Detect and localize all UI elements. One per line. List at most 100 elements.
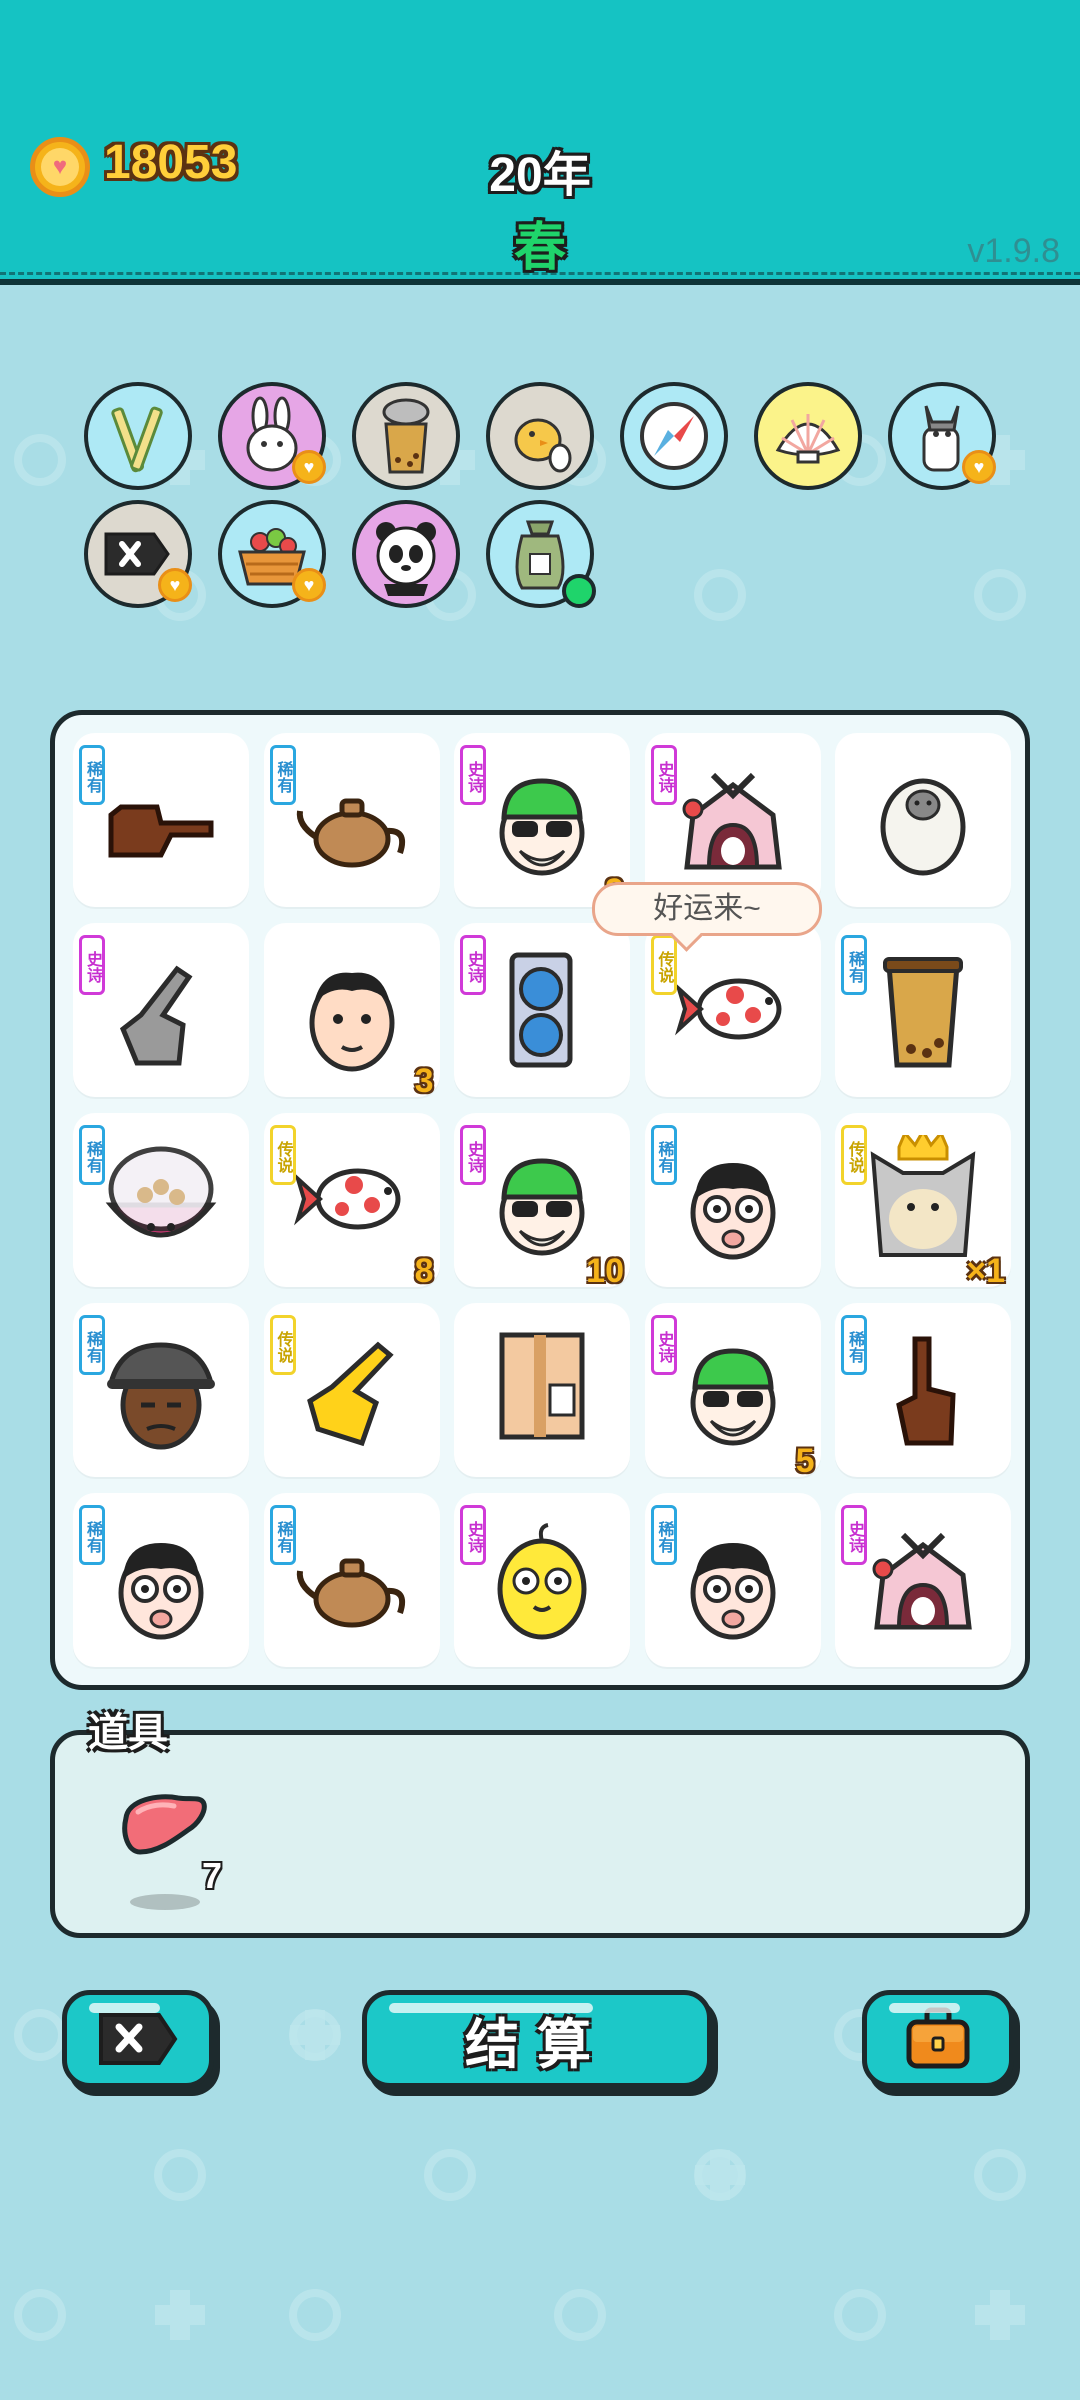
remove-tag-collection-item[interactable]: ♥	[84, 500, 192, 608]
version-label: v1.9.8	[967, 232, 1060, 270]
board-cell[interactable]: 稀有	[835, 923, 1011, 1097]
board-cell[interactable]: 史诗	[835, 1493, 1011, 1667]
rarity-tag: 史诗	[460, 935, 486, 995]
bubble-tea-collection-item[interactable]	[352, 382, 460, 490]
settle-button[interactable]: 结算	[362, 1990, 712, 2088]
teapot-icon	[296, 1558, 405, 1628]
liver-count: 7	[202, 1855, 223, 1896]
board-cell[interactable]: 稀有	[73, 1303, 249, 1477]
board-cell[interactable]: 史诗	[644, 733, 821, 907]
pointing-hand-icon	[108, 804, 214, 858]
bubble-tea-cup-icon	[883, 957, 963, 1068]
board-cell[interactable]: 稀有	[73, 733, 249, 907]
boy-glasses-icon	[118, 1543, 204, 1640]
board-cell[interactable]: 稀有	[73, 1493, 249, 1667]
rarity-tag: 稀有	[269, 1505, 296, 1565]
liver-shadow	[130, 1894, 200, 1910]
rabbit-house-icon	[682, 772, 782, 870]
heart-badge-icon: ♥	[292, 568, 326, 602]
new-dot-icon	[562, 574, 596, 608]
fries-collection-item[interactable]	[84, 382, 192, 490]
rarity-tag: 史诗	[460, 1505, 486, 1565]
seed-bag-collection-item[interactable]	[486, 500, 596, 608]
board-cell[interactable]	[454, 1303, 630, 1477]
board-cell[interactable]: 稀有	[835, 1303, 1011, 1477]
board-cell[interactable]: 稀有	[644, 1113, 821, 1287]
board-cell[interactable]: 稀有	[644, 1493, 821, 1667]
board-cell[interactable]: 史诗 5	[644, 1303, 821, 1480]
rarity-tag: 稀有	[79, 1125, 105, 1185]
rarity-tag: 史诗	[841, 1505, 867, 1565]
rarity-tag: 史诗	[460, 1125, 486, 1185]
yellow-chick-icon	[497, 1523, 587, 1640]
board-cell[interactable]: 史诗 10	[454, 1113, 630, 1290]
man-face-icon	[309, 972, 394, 1072]
board-cell[interactable]: 3	[263, 923, 440, 1100]
rarity-tag: 史诗	[650, 745, 677, 805]
item-count: 10	[586, 1252, 624, 1290]
yellow-hand-icon	[306, 1341, 394, 1447]
board-cell[interactable]: 稀有	[263, 1493, 440, 1667]
board-cell[interactable]: 稀有	[263, 733, 440, 907]
fruit-basket-collection-item[interactable]: ♥	[218, 500, 326, 608]
board-cell[interactable]	[835, 733, 1011, 907]
heart-badge-icon: ♥	[292, 450, 326, 484]
chick-egg-collection-item[interactable]	[486, 382, 594, 490]
board-cell[interactable]: 传说 8	[263, 1113, 440, 1290]
green-hat-man-icon	[690, 1348, 775, 1446]
bubble-tea-icon	[382, 398, 430, 474]
heart-coin-icon: ♥	[30, 137, 90, 197]
green-hat-man-icon	[499, 1158, 585, 1256]
tools-title: 道具	[88, 1711, 168, 1755]
board-cell[interactable]: 史诗	[454, 1493, 630, 1667]
board-cell[interactable]: 稀有	[73, 1113, 249, 1287]
boy-glasses-icon	[690, 1543, 775, 1640]
rarity-tag: 传说	[650, 935, 677, 995]
board-cell[interactable]: 传说 ×1	[835, 1113, 1011, 1290]
liver-icon[interactable]	[118, 1790, 208, 1860]
rarity-tag: 稀有	[841, 935, 867, 995]
teapot-icon	[296, 798, 405, 868]
rarity-tag: 史诗	[650, 1315, 677, 1375]
rarity-tag: 稀有	[650, 1505, 677, 1565]
item-count: 3	[414, 1062, 434, 1100]
panda-collection-item[interactable]	[352, 500, 460, 608]
rarity-tag: 稀有	[841, 1315, 867, 1375]
bunny-collection-item[interactable]: ♥	[218, 382, 326, 490]
bag-button[interactable]	[862, 1990, 1014, 2088]
heart-badge-icon: ♥	[962, 450, 996, 484]
compass-collection-item[interactable]	[620, 382, 728, 490]
parcel-box-icon	[499, 1332, 585, 1440]
rarity-tag: 传说	[841, 1125, 867, 1185]
coin-count: 18053	[104, 136, 238, 189]
board-cell[interactable]: 传说	[263, 1303, 440, 1477]
rarity-tag: 稀有	[269, 745, 296, 805]
board-cell[interactable]: 传说	[644, 923, 821, 1097]
item-count: 8	[414, 1252, 434, 1290]
rarity-tag: 传说	[269, 1315, 296, 1375]
board-cell[interactable]: 史诗	[454, 923, 630, 1097]
rarity-tag: 稀有	[79, 745, 105, 805]
panda-icon	[376, 522, 436, 596]
remove-item-button[interactable]	[62, 1990, 214, 2088]
slot-board: 稀有稀有史诗9史诗史诗3史诗传说稀有稀有传说8史诗10稀有传说×1稀有传说史诗5…	[50, 710, 1030, 1690]
shell-icon	[775, 414, 841, 464]
graphics-card-icon	[509, 952, 573, 1068]
item-count: ×1	[966, 1252, 1005, 1290]
bucket-hat-man-icon	[107, 1342, 215, 1450]
rarity-tag: 稀有	[650, 1125, 677, 1185]
board-cell[interactable]: 史诗9	[454, 733, 630, 910]
rabbit-house-icon	[872, 1532, 972, 1630]
husky-collection-item[interactable]: ♥	[888, 382, 996, 490]
boy-glasses-icon	[690, 1163, 775, 1260]
shell-collection-item[interactable]	[754, 382, 862, 490]
fries-icon	[111, 406, 163, 473]
speech-bubble: 好运来~	[592, 882, 822, 936]
board-cell[interactable]: 史诗	[73, 923, 249, 1097]
rarity-tag: 稀有	[79, 1315, 105, 1375]
item-count: 5	[795, 1442, 815, 1480]
heart-badge-icon: ♥	[158, 568, 192, 602]
rarity-tag: 稀有	[79, 1505, 105, 1565]
rarity-tag: 史诗	[460, 745, 486, 805]
crowned-husky-icon	[870, 1135, 976, 1257]
